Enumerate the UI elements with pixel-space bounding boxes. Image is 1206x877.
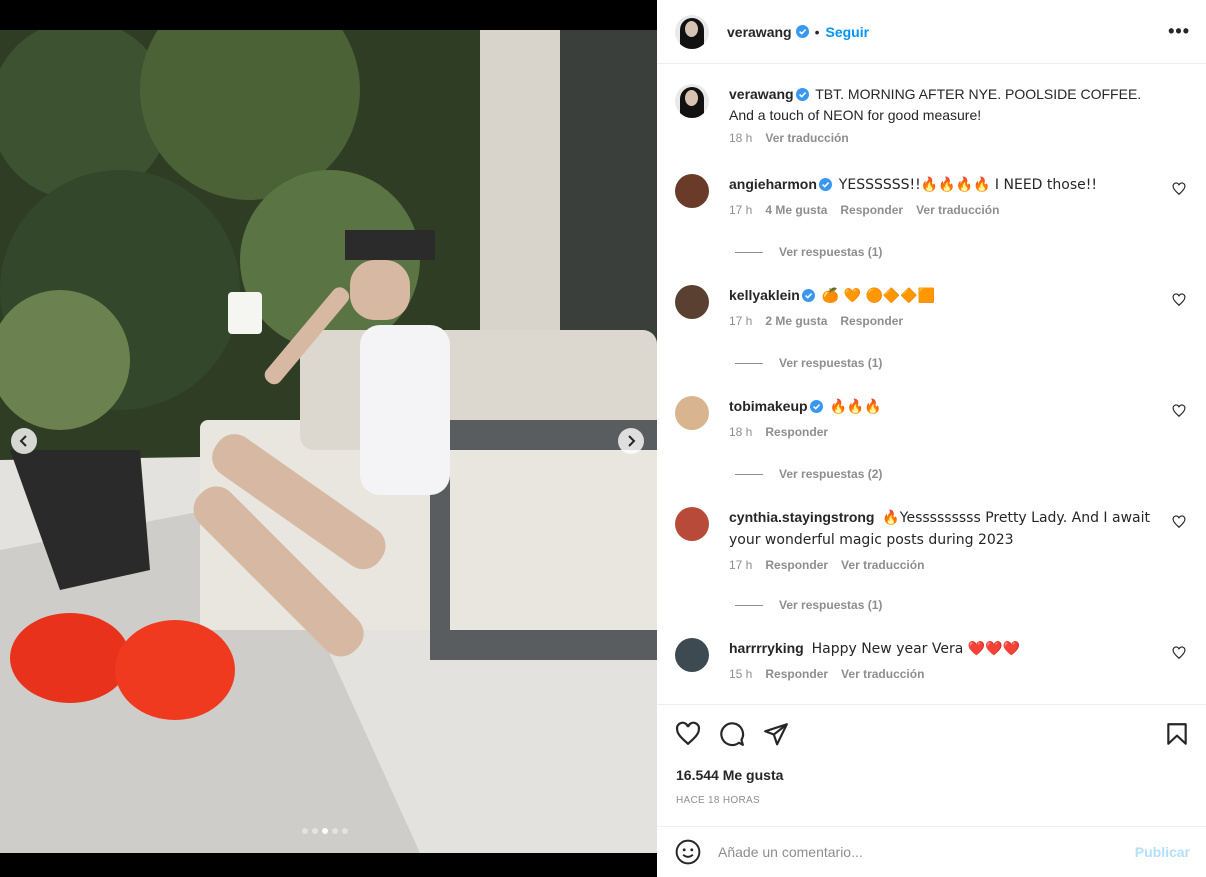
comment-input[interactable] [718, 844, 1135, 860]
translate-link[interactable]: Ver traducción [916, 203, 999, 217]
verified-icon [795, 25, 809, 38]
post-photo [0, 30, 657, 853]
reply-button[interactable]: Responder [765, 558, 828, 572]
follow-button[interactable]: Seguir [826, 24, 870, 40]
commenter-username[interactable]: tobimakeup [729, 398, 808, 414]
comment-item: tobimakeup 🔥🔥🔥 18 h Responder [675, 396, 1190, 439]
translate-link[interactable]: Ver traducción [841, 667, 924, 681]
comment-item: kellyaklein 🍊 🧡 🟠🔶🔶🟧 17 h 2 Me gusta Res… [675, 285, 1190, 328]
like-comment-heart-icon[interactable] [1172, 646, 1186, 660]
comment-time: 18 h [729, 425, 753, 439]
author-username[interactable]: verawang [727, 24, 792, 40]
commenter-avatar[interactable] [675, 285, 709, 319]
carousel-indicator [302, 828, 348, 834]
carousel-dot [302, 828, 308, 834]
comment-text: Happy New year Vera ❤️❤️❤️ [811, 641, 1021, 657]
comment-text: 🍊 🧡 🟠🔶🔶🟧 [821, 288, 936, 304]
comment-composer: Publicar [657, 826, 1206, 877]
like-heart-icon[interactable] [675, 721, 701, 747]
commenter-username[interactable]: harrrryking [729, 640, 804, 656]
translate-link[interactable]: Ver traducción [841, 558, 924, 572]
verified-icon [801, 289, 815, 302]
reply-button[interactable]: Responder [840, 314, 903, 328]
like-comment-heart-icon[interactable] [1172, 404, 1186, 418]
author-avatar[interactable] [675, 14, 709, 49]
like-comment-heart-icon[interactable] [1172, 293, 1186, 307]
emoji-smiley-icon[interactable] [675, 839, 701, 865]
caption-time: 18 h [729, 131, 753, 145]
carousel-dot [332, 828, 338, 834]
chevron-left-icon [19, 435, 27, 447]
view-replies-button[interactable]: Ver respuestas (2) [735, 467, 882, 481]
reply-button[interactable]: Responder [840, 203, 903, 217]
more-options-icon[interactable]: ••• [1168, 21, 1190, 42]
like-comment-heart-icon[interactable] [1172, 182, 1186, 196]
comment-time: 17 h [729, 203, 753, 217]
commenter-avatar[interactable] [675, 638, 709, 672]
reply-button[interactable]: Responder [765, 667, 828, 681]
view-replies-button[interactable]: Ver respuestas (1) [735, 356, 882, 370]
commenter-username[interactable]: angieharmon [729, 176, 817, 192]
commenter-avatar[interactable] [675, 174, 709, 208]
post-timestamp: HACE 18 HORAS [676, 795, 760, 806]
caption-translate-link[interactable]: Ver traducción [765, 131, 848, 145]
carousel-dot [342, 828, 348, 834]
commenter-username[interactable]: cynthia.stayingstrong [729, 509, 874, 525]
chevron-right-icon [628, 435, 636, 447]
header-separator: • [814, 23, 820, 40]
view-replies-button[interactable]: Ver respuestas (1) [735, 245, 882, 259]
view-replies-label: Ver respuestas (1) [779, 356, 883, 370]
post-header: verawang • Seguir ••• [657, 0, 1206, 64]
carousel-dot-active [322, 828, 328, 834]
reply-button[interactable]: Responder [765, 425, 828, 439]
save-bookmark-icon[interactable] [1164, 721, 1190, 747]
post-media [0, 0, 657, 877]
comment-likes[interactable]: 4 Me gusta [765, 203, 827, 217]
view-replies-label: Ver respuestas (1) [779, 245, 883, 259]
comment-bubble-icon[interactable] [719, 721, 745, 747]
caption-avatar[interactable] [675, 84, 709, 118]
carousel-next-button[interactable] [618, 428, 644, 454]
comment-time: 15 h [729, 667, 753, 681]
verified-icon [795, 88, 809, 101]
view-replies-label: Ver respuestas (2) [779, 467, 883, 481]
view-replies-button[interactable]: Ver respuestas (1) [735, 598, 882, 612]
verified-icon [809, 400, 823, 413]
publish-button[interactable]: Publicar [1135, 844, 1190, 860]
caption-text-row: verawang TBT. MORNING AFTER NYE. POOLSID… [729, 84, 1169, 126]
verified-icon [818, 178, 832, 191]
comment-likes[interactable]: 2 Me gusta [765, 314, 827, 328]
comment-time: 17 h [729, 558, 753, 572]
comment-text: 🔥🔥🔥 [829, 399, 882, 415]
commenter-avatar[interactable] [675, 507, 709, 541]
comment-item: angieharmon YESSSSSS!!🔥🔥🔥🔥 I NEED those!… [675, 174, 1190, 217]
comment-item: cynthia.stayingstrong 🔥Yesssssssss Prett… [675, 507, 1190, 572]
post-caption: verawang TBT. MORNING AFTER NYE. POOLSID… [675, 84, 1190, 145]
post-photo-illustration [0, 30, 657, 853]
likes-count[interactable]: 16.544 Me gusta [676, 767, 783, 783]
post-details-panel: verawang • Seguir ••• verawang TBT. MORN… [657, 0, 1206, 877]
comments-list: verawang TBT. MORNING AFTER NYE. POOLSID… [657, 64, 1206, 704]
comment-item: harrrryking Happy New year Vera ❤️❤️❤️ 1… [675, 638, 1190, 681]
comment-text: YESSSSSS!!🔥🔥🔥🔥 I NEED those!! [838, 177, 1097, 193]
comment-time: 17 h [729, 314, 753, 328]
like-comment-heart-icon[interactable] [1172, 515, 1186, 529]
commenter-avatar[interactable] [675, 396, 709, 430]
share-send-icon[interactable] [763, 721, 789, 747]
post-actions: 16.544 Me gusta HACE 18 HORAS [657, 704, 1206, 826]
carousel-dot [312, 828, 318, 834]
caption-username[interactable]: verawang [729, 86, 794, 102]
commenter-username[interactable]: kellyaklein [729, 287, 800, 303]
carousel-prev-button[interactable] [11, 428, 37, 454]
view-replies-label: Ver respuestas (1) [779, 598, 883, 612]
